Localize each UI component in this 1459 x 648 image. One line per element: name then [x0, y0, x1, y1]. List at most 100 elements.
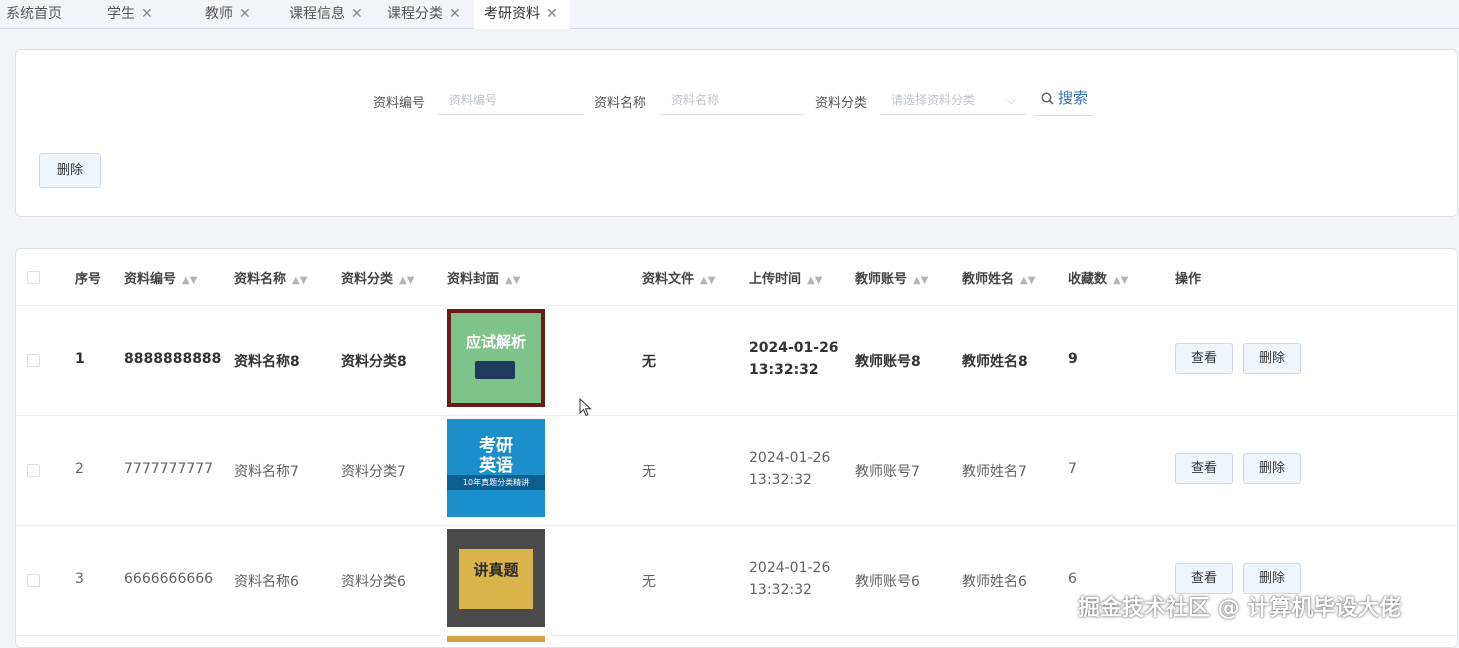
view-button[interactable]: 查看 [1175, 453, 1233, 484]
sort-icon[interactable]: ▲▼ [182, 275, 197, 286]
tab-course-category[interactable]: 课程分类 ✕ [387, 0, 461, 29]
row-checkbox[interactable] [27, 574, 40, 587]
col-name[interactable]: 资料名称 ▲▼ [234, 268, 307, 287]
row-checkbox[interactable] [27, 464, 40, 477]
category-placeholder: 请选择资料分类 [891, 93, 976, 107]
name-input[interactable]: 资料名称 [660, 85, 804, 115]
cell-teacher-name: 教师姓名6 [962, 574, 1027, 590]
close-icon[interactable]: ✕ [546, 6, 558, 22]
col-teacher-name-label: 教师姓名 [962, 272, 1015, 287]
row-checkbox[interactable] [27, 354, 40, 367]
tab-home[interactable]: 系统首页 [6, 0, 62, 29]
upload-clock: 13:32:32 [749, 472, 812, 488]
col-name-label: 资料名称 [234, 272, 287, 287]
cover-badge [475, 361, 515, 379]
upload-clock: 13:32:32 [749, 582, 812, 598]
col-teacher-account[interactable]: 教师账号 ▲▼ [855, 268, 928, 287]
cell-index: 2 [75, 461, 84, 477]
cell-teacher-name: 教师姓名7 [962, 464, 1027, 480]
col-teacher-account-label: 教师账号 [855, 272, 908, 287]
tab-label: 教师 [205, 6, 233, 22]
cell-teacher-account: 教师账号6 [855, 574, 920, 590]
sort-icon[interactable]: ▲▼ [505, 275, 520, 286]
cell-favorites: 6 [1068, 571, 1077, 587]
close-icon[interactable]: ✕ [449, 6, 461, 22]
code-input[interactable]: 资料编号 [438, 85, 584, 115]
search-button[interactable]: 搜索 [1035, 80, 1095, 116]
col-cover[interactable]: 资料封面 ▲▼ [447, 268, 520, 287]
cover-title: 讲真题 [473, 561, 519, 579]
cell-index: 1 [75, 351, 85, 367]
cell-file: 无 [642, 464, 656, 480]
col-category-label: 资料分类 [341, 272, 394, 287]
sort-icon[interactable]: ▲▼ [913, 275, 928, 286]
cover-image[interactable]: 应试解析 [447, 309, 545, 407]
cover-image[interactable]: 考研 英语 10年真题分类精讲 [447, 419, 545, 517]
col-actions: 操作 [1175, 272, 1202, 287]
tab-label: 课程分类 [387, 6, 443, 22]
tab-teachers[interactable]: 教师 ✕ [205, 0, 251, 29]
cell-upload-time: 2024-01-26 13:32:32 [749, 337, 839, 381]
col-favorites[interactable]: 收藏数 ▲▼ [1068, 268, 1128, 287]
sort-icon[interactable]: ▲▼ [399, 275, 414, 286]
sort-icon[interactable]: ▲▼ [292, 275, 307, 286]
cell-code: 6666666666 [124, 571, 214, 587]
close-icon[interactable]: ✕ [239, 6, 251, 22]
tab-label: 系统首页 [6, 6, 62, 22]
materials-table: 序号 资料编号 ▲▼ 资料名称 ▲▼ 资料分类 ▲▼ 资料封面 ▲▼ 资料文件 ▲▼ 上传… [15, 248, 1458, 648]
col-file-label: 资料文件 [642, 272, 695, 287]
upload-date: 2024-01-26 [749, 450, 831, 466]
delete-button[interactable]: 删除 [1243, 453, 1301, 484]
col-teacher-name[interactable]: 教师姓名 ▲▼ [962, 268, 1035, 287]
tab-label: 课程信息 [289, 6, 345, 22]
col-category[interactable]: 资料分类 ▲▼ [341, 268, 414, 287]
tab-label: 考研资料 [484, 6, 540, 22]
cover-art [451, 313, 541, 403]
table-row[interactable]: 1 8888888888 资料名称8 资料分类8 应试解析 无 2024-01-… [16, 306, 1457, 416]
tab-course-info[interactable]: 课程信息 ✕ [289, 0, 363, 29]
search-button-label: 搜索 [1058, 89, 1089, 107]
cell-code: 7777777777 [124, 461, 214, 477]
select-all-checkbox[interactable] [27, 271, 40, 284]
table-header: 序号 资料编号 ▲▼ 资料名称 ▲▼ 资料分类 ▲▼ 资料封面 ▲▼ 资料文件 ▲▼ 上传… [16, 249, 1457, 306]
cover-subtitle: 10年真题分类精讲 [447, 475, 545, 490]
name-label: 资料名称 [594, 96, 647, 111]
col-cover-label: 资料封面 [447, 272, 500, 287]
col-code[interactable]: 资料编号 ▲▼ [124, 268, 197, 287]
tab-bar: 系统首页 学生 ✕ 教师 ✕ 课程信息 ✕ 课程分类 ✕ 考研资料 ✕ [0, 0, 1459, 29]
sort-icon[interactable]: ▲▼ [807, 275, 822, 286]
cell-code: 8888888888 [124, 351, 222, 367]
cell-favorites: 9 [1068, 351, 1078, 367]
table-row[interactable]: 2 7777777777 资料名称7 资料分类7 考研 英语 10年真题分类精讲… [16, 416, 1457, 526]
sort-icon[interactable]: ▲▼ [1020, 275, 1035, 286]
cell-category: 资料分类7 [341, 464, 406, 480]
tab-students[interactable]: 学生 ✕ [107, 0, 153, 29]
mouse-cursor-icon [579, 398, 592, 417]
tab-exam-materials[interactable]: 考研资料 ✕ [474, 0, 570, 29]
sort-icon[interactable]: ▲▼ [1113, 275, 1128, 286]
cell-name: 资料名称8 [234, 354, 300, 370]
cover-title: 英语 [479, 456, 513, 476]
close-icon[interactable]: ✕ [351, 6, 363, 22]
batch-delete-button[interactable]: 删除 [39, 153, 101, 188]
cell-upload-time: 2024-01-26 13:32:32 [749, 447, 830, 491]
col-upload-time-label: 上传时间 [749, 272, 802, 287]
chevron-down-icon: ⌵ [1006, 93, 1016, 107]
category-select[interactable]: 请选择资料分类 ⌵ [880, 85, 1026, 115]
code-label: 资料编号 [373, 96, 426, 111]
cell-file: 无 [642, 354, 656, 370]
delete-button[interactable]: 删除 [1243, 343, 1301, 374]
close-icon[interactable]: ✕ [141, 6, 153, 22]
cell-teacher-account: 教师账号8 [855, 354, 921, 370]
search-panel: 资料编号 资料编号 资料名称 资料名称 资料分类 请选择资料分类 ⌵ 搜索 删除 [15, 49, 1458, 217]
view-button[interactable]: 查看 [1175, 343, 1233, 374]
col-file[interactable]: 资料文件 ▲▼ [642, 268, 715, 287]
upload-date: 2024-01-26 [749, 340, 839, 356]
upload-date: 2024-01-26 [749, 560, 831, 576]
col-upload-time[interactable]: 上传时间 ▲▼ [749, 268, 822, 287]
cell-teacher-account: 教师账号7 [855, 464, 920, 480]
cover-image[interactable]: 讲真题 [447, 529, 545, 627]
col-index: 序号 [75, 272, 102, 287]
sort-icon[interactable]: ▲▼ [700, 275, 715, 286]
col-favorites-label: 收藏数 [1068, 272, 1108, 287]
